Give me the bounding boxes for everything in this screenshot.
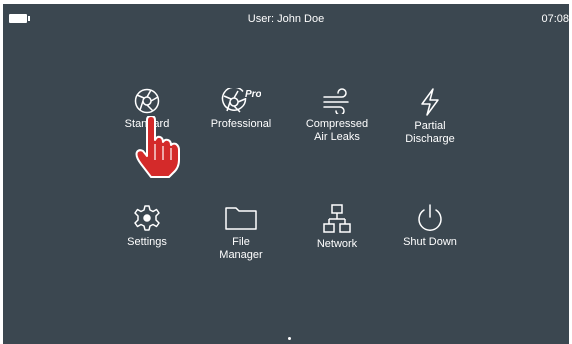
power-icon xyxy=(418,204,442,231)
pro-badge: Pro xyxy=(245,89,261,100)
network-button[interactable]: Network xyxy=(292,204,382,251)
professional-button[interactable]: Pro Professional xyxy=(196,88,286,131)
gear-icon xyxy=(134,205,160,231)
page-indicator-dot xyxy=(288,337,291,340)
network-icon xyxy=(323,204,351,233)
settings-button[interactable]: Settings xyxy=(102,204,192,249)
file-manager-button[interactable]: File Manager xyxy=(196,204,286,262)
aperture-pro-icon: Pro xyxy=(221,88,261,113)
compressed-air-leaks-button[interactable]: Compressed Air Leaks xyxy=(292,88,382,144)
pointer-hand-icon xyxy=(135,116,180,178)
wind-icon xyxy=(323,88,349,114)
home-screen: User: John Doe 07:08 Standard Pro Profes… xyxy=(3,4,569,344)
network-label: Network xyxy=(316,238,358,250)
compressed-air-leaks-label: Compressed Air Leaks xyxy=(305,118,369,143)
folder-icon xyxy=(225,207,257,230)
shut-down-label: Shut Down xyxy=(403,236,457,248)
partial-discharge-button[interactable]: Partial Discharge xyxy=(385,88,475,146)
professional-label: Professional xyxy=(210,118,272,130)
settings-label: Settings xyxy=(127,236,167,248)
lightning-icon xyxy=(421,88,439,116)
aperture-icon xyxy=(134,88,160,114)
clock: 07:08 xyxy=(541,13,569,25)
partial-discharge-label: Partial Discharge xyxy=(405,120,455,145)
file-manager-label: File Manager xyxy=(219,236,263,261)
shut-down-button[interactable]: Shut Down xyxy=(385,204,475,249)
user-label: User: John Doe xyxy=(247,13,325,25)
